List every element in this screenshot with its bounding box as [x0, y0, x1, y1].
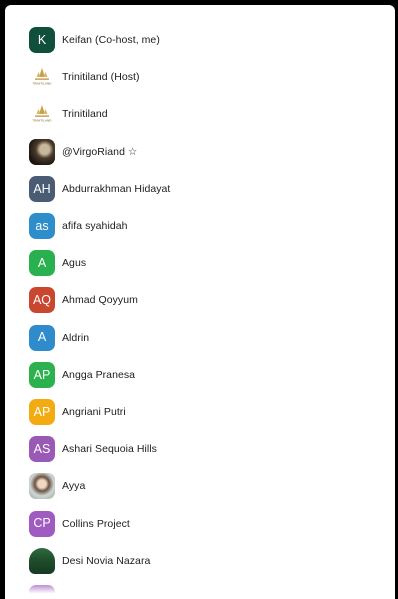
- participant-row[interactable]: AP Angriani Putri: [29, 397, 385, 427]
- trinitiland-logo-icon: TRINITILAND: [29, 101, 55, 128]
- participant-row[interactable]: AH Abdurrakhman Hidayat: [29, 174, 385, 204]
- participant-name: afifa syahidah: [62, 220, 128, 232]
- avatar: CP: [29, 510, 55, 537]
- avatar: AP: [29, 361, 55, 388]
- participant-row[interactable]: TRINITILAND Trinitiland: [29, 99, 385, 129]
- avatar: A: [29, 250, 55, 277]
- profile-photo: [29, 138, 55, 165]
- avatar: AH: [29, 175, 55, 202]
- avatar-initials: AQ: [32, 293, 52, 308]
- participant-row[interactable]: CP Collins Project: [29, 509, 385, 539]
- participants-panel: K Keifan (Co-host, me) TRINITILAND Trinitil…: [5, 5, 395, 599]
- svg-text:TRINITILAND: TRINITILAND: [32, 119, 53, 123]
- participant-row[interactable]: A Agus: [29, 248, 385, 278]
- participant-row[interactable]: Ayya: [29, 471, 385, 501]
- participant-name: Collins Project: [62, 517, 130, 530]
- avatar-initials: AS: [33, 441, 51, 456]
- participant-name: Angga Pranesa: [62, 368, 136, 381]
- avatar-initials: A: [37, 255, 47, 270]
- avatar: AP: [29, 399, 55, 425]
- avatar-initials: AP: [33, 367, 51, 382]
- participant-name: Angriani Putri: [62, 406, 126, 418]
- participant-row[interactable]: as afifa syahidah: [29, 211, 385, 241]
- participant-name: Keifan (Co-host, me): [62, 34, 160, 46]
- avatar-initials: A: [37, 330, 47, 345]
- participant-row[interactable]: Desi Novia Nazara: [29, 546, 385, 576]
- participant-name: Desi Novia Nazara: [62, 554, 151, 567]
- participant-row[interactable]: TRINITILAND Trinitiland (Host): [29, 62, 385, 92]
- participant-name: Abdurrakhman Hidayat: [62, 182, 171, 195]
- participant-name: Trinitiland (Host): [62, 71, 140, 84]
- participant-name: Trinitiland: [62, 108, 108, 121]
- profile-photo: [29, 473, 55, 500]
- avatar-initials: AH: [33, 181, 51, 196]
- avatar-initials: K: [37, 32, 47, 47]
- avatar: A: [29, 324, 55, 351]
- participant-name: Agus: [62, 257, 87, 270]
- participant-row[interactable]: AP Angga Pranesa: [29, 360, 385, 390]
- avatar-initials: as: [35, 218, 49, 233]
- avatar-initials: AP: [33, 404, 51, 419]
- participant-row[interactable]: AS Ashari Sequoia Hills: [29, 434, 385, 464]
- participant-name: Ahmad Qoyyum: [62, 294, 138, 307]
- participant-row[interactable]: AQ Ahmad Qoyyum: [29, 285, 385, 315]
- participant-row[interactable]: A Aldrin: [29, 323, 385, 353]
- profile-photo: [29, 547, 55, 574]
- participant-name: Ashari Sequoia Hills: [62, 443, 157, 456]
- avatar: AQ: [29, 287, 55, 314]
- participant-name: Aldrin: [62, 331, 90, 344]
- avatar: AS: [29, 436, 55, 463]
- participant-row[interactable]: K Keifan (Co-host, me): [29, 25, 385, 55]
- trinitiland-logo-icon: TRINITILAND: [29, 64, 55, 91]
- participant-row[interactable]: @VirgoRiand ☆: [29, 137, 385, 167]
- svg-text:TRINITILAND: TRINITILAND: [32, 82, 53, 86]
- participant-name: Ayya: [62, 480, 86, 493]
- list-fade: [5, 581, 395, 599]
- avatar: K: [29, 27, 55, 53]
- avatar-initials: CP: [33, 516, 51, 531]
- avatar-initials: DR: [32, 590, 52, 599]
- participant-name: @VirgoRiand ☆: [62, 145, 138, 158]
- avatar: as: [29, 213, 55, 239]
